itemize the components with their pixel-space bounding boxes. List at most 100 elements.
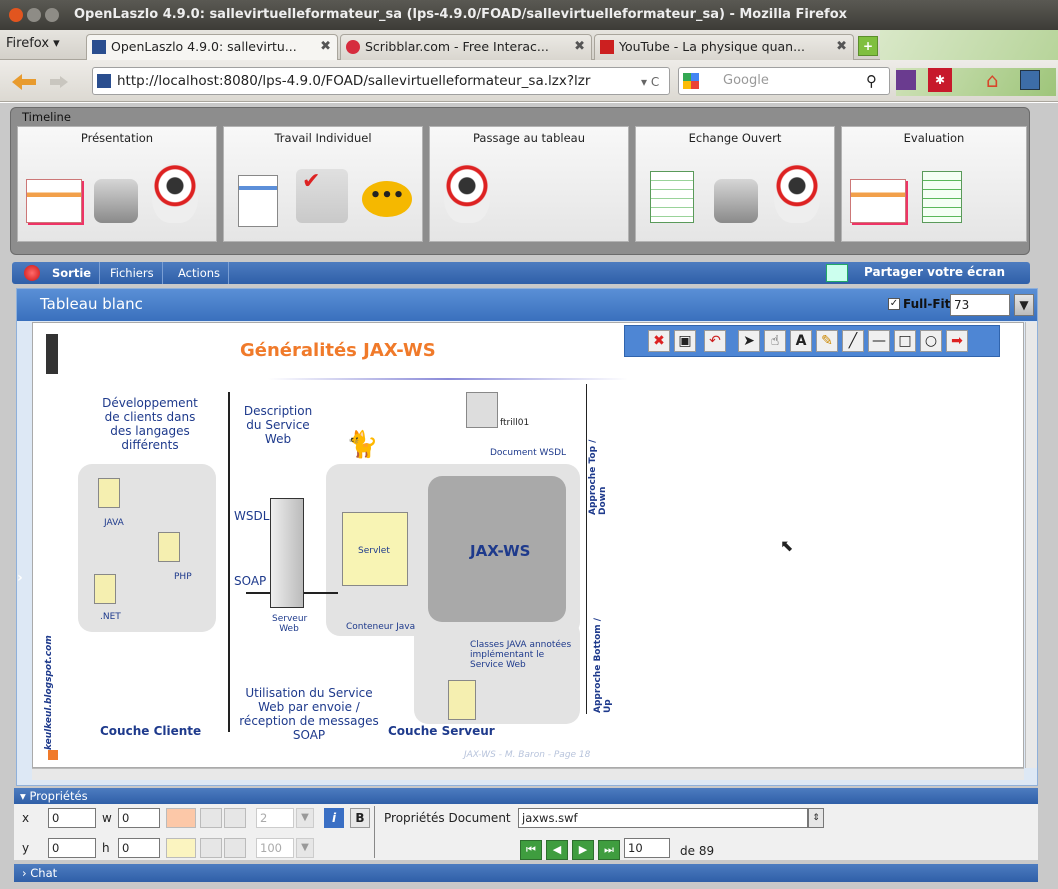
tab-label: Scribblar.com - Free Interac... [365, 39, 549, 54]
sidebar-expand-icon[interactable]: › [17, 570, 23, 586]
x-input[interactable]: 0 [48, 808, 96, 828]
next-page-button[interactable]: ▶ [572, 840, 594, 860]
hline-tool-icon[interactable]: — [868, 330, 890, 352]
chat-title: Chat [30, 866, 58, 880]
menu-fichiers[interactable]: Fichiers [102, 262, 163, 284]
tab-openlaszlo[interactable]: OpenLaszlo 4.9.0: sallevirtu... ✖ [86, 34, 338, 60]
phase-echange-ouvert[interactable]: Echange Ouvert [635, 126, 835, 242]
whiteboard-header [17, 289, 1037, 321]
document-select[interactable]: jaxws.swf [518, 808, 808, 828]
search-bar[interactable]: Google [678, 67, 890, 95]
addon-icon[interactable] [896, 70, 916, 90]
undo-tool-icon[interactable]: ↶ [704, 330, 726, 352]
h-input[interactable]: 0 [118, 838, 160, 858]
fullfit-checkbox[interactable]: ✓ [888, 298, 900, 310]
text-tool-icon[interactable]: A [790, 330, 812, 352]
blog-feed-icon [48, 750, 58, 760]
fill-bucket-icon[interactable] [200, 838, 222, 858]
tab-close-icon[interactable]: ✖ [574, 35, 585, 59]
phase-evaluation[interactable]: Evaluation [841, 126, 1027, 242]
tab-scribblar[interactable]: Scribblar.com - Free Interac... ✖ [340, 34, 592, 60]
webcam-icon [774, 163, 820, 223]
tab-close-icon[interactable]: ✖ [320, 35, 331, 59]
couche-cliente-label: Couche Cliente [100, 724, 202, 738]
pencil-tool-icon[interactable]: ✎ [816, 330, 838, 352]
line-width-select[interactable]: 2 [256, 808, 294, 828]
arrow-tool-icon[interactable]: ➡ [946, 330, 968, 352]
previous-page-button[interactable]: ◀ [546, 840, 568, 860]
tab-close-icon[interactable]: ✖ [836, 35, 847, 59]
speech-bubble-icon: ••• [362, 181, 412, 217]
bold-button[interactable]: B [350, 808, 370, 828]
chat-header[interactable]: › Chat [14, 864, 1038, 882]
bookmark-icon[interactable] [1020, 70, 1040, 90]
phase-title: Présentation [80, 131, 154, 145]
stroke-color-swatch[interactable] [166, 808, 196, 828]
pointer-tool-icon[interactable]: ➤ [738, 330, 760, 352]
minimize-window-icon[interactable] [27, 8, 41, 22]
italic-button[interactable]: i [324, 808, 344, 828]
desc-text: Description du Service Web [243, 404, 313, 446]
reload-icon[interactable]: ▾ C [641, 75, 659, 89]
share-screen-button[interactable]: Partager votre écran [864, 265, 1005, 279]
webcam-icon [444, 163, 490, 223]
firefox-menu[interactable]: Firefox ▾ [6, 36, 60, 51]
document-select-arrow-icon[interactable]: ⇕ [808, 808, 824, 828]
properties-header[interactable]: ▾ Propriétés [14, 788, 1038, 804]
fill-palette-icon[interactable] [224, 838, 246, 858]
fill-color-swatch[interactable] [166, 838, 196, 858]
line-width-arrow-icon[interactable]: ▼ [296, 808, 314, 828]
vertical-scrollbar[interactable] [1025, 322, 1037, 768]
zoom-dropdown-arrow[interactable]: ▼ [1014, 294, 1034, 316]
utilisation-text: Utilisation du Service Web par envoie / … [239, 686, 379, 742]
tab-youtube[interactable]: YouTube - La physique quan... ✖ [594, 34, 854, 60]
classes-label: Classes JAVA annotées implémentant le Se… [470, 640, 572, 670]
phase-presentation[interactable]: Présentation [17, 126, 217, 242]
opacity-arrow-icon[interactable]: ▼ [296, 838, 314, 858]
delete-tool-icon[interactable]: ✖ [648, 330, 670, 352]
menu-sortie[interactable]: Sortie [44, 262, 101, 284]
w-input[interactable]: 0 [118, 808, 160, 828]
phase-title: Passage au tableau [473, 131, 585, 145]
page-input[interactable]: 10 [624, 838, 670, 858]
net-file-icon [94, 574, 116, 604]
tab-label: YouTube - La physique quan... [619, 39, 806, 54]
power-icon[interactable] [24, 265, 40, 281]
tomcat-logo: 🐈 [346, 430, 379, 460]
checklist-icon: ✔ [296, 169, 348, 223]
last-page-button[interactable]: ⏭ [598, 840, 620, 860]
new-tab-button[interactable]: + [858, 36, 878, 56]
url-bar[interactable]: http://localhost:8080/lps-4.9.0/FOAD/sal… [92, 67, 670, 95]
clear-tool-icon[interactable]: ▣ [674, 330, 696, 352]
back-arrow-icon[interactable] [10, 73, 38, 91]
maximize-window-icon[interactable] [45, 8, 59, 22]
horizontal-scrollbar[interactable] [32, 768, 1024, 780]
php-file-icon [158, 532, 180, 562]
phase-passage-tableau[interactable]: Passage au tableau [429, 126, 629, 242]
menu-actions[interactable]: Actions [170, 262, 230, 284]
approach-line [586, 384, 587, 714]
wsdl-doc-icon [466, 392, 498, 428]
divider-line [228, 392, 230, 732]
phase-travail-individuel[interactable]: Travail Individuel ✔ ••• [223, 126, 423, 242]
couche-serveur-label: Couche Serveur [388, 724, 495, 738]
home-icon[interactable]: ⌂ [986, 68, 1010, 92]
pointer-hand-tool-icon[interactable]: ☝ [764, 330, 786, 352]
forward-arrow-icon[interactable] [48, 75, 70, 89]
stroke-palette-icon[interactable] [224, 808, 246, 828]
rectangle-tool-icon[interactable]: □ [894, 330, 916, 352]
w-label: w [102, 811, 112, 825]
presentation-slide-icon [26, 179, 82, 223]
search-magnifier-icon[interactable]: ⚲ [866, 72, 877, 90]
close-window-icon[interactable] [9, 8, 23, 22]
serveur-label: Serveur Web [272, 614, 308, 634]
stroke-pen-icon[interactable] [200, 808, 222, 828]
ellipse-tool-icon[interactable]: ○ [920, 330, 942, 352]
line-tool-icon[interactable]: ╱ [842, 330, 864, 352]
first-page-button[interactable]: ⏮ [520, 840, 542, 860]
opacity-select[interactable]: 100 [256, 838, 294, 858]
zoom-select[interactable]: 73 [950, 294, 1010, 316]
addon-star-icon[interactable]: ✱ [928, 68, 952, 92]
y-input[interactable]: 0 [48, 838, 96, 858]
class-file-icon [448, 680, 476, 720]
